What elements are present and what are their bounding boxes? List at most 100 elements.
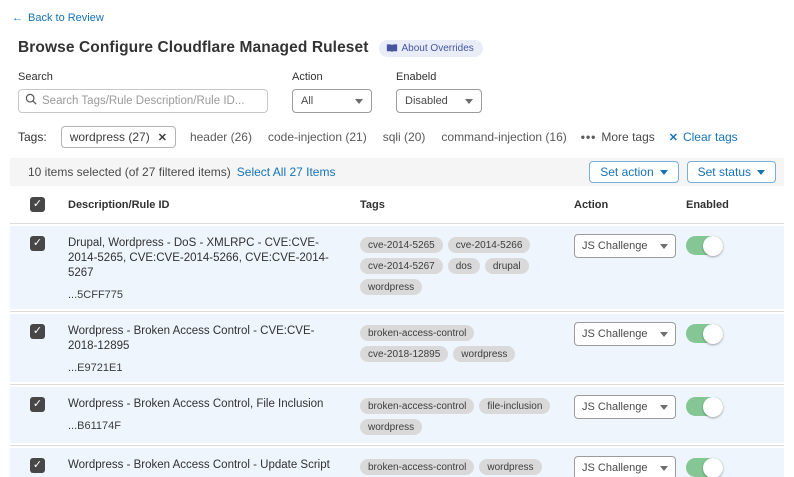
header-tags: Tags bbox=[360, 199, 574, 211]
about-overrides-badge[interactable]: About Overrides bbox=[379, 40, 483, 57]
header-enabled: Enabled bbox=[686, 199, 784, 211]
select-all-link[interactable]: Select All 27 Items bbox=[237, 165, 336, 179]
row-checkbox[interactable]: ✓ bbox=[30, 397, 45, 412]
tag-pill: wordpress bbox=[453, 346, 515, 362]
search-input[interactable] bbox=[42, 95, 261, 107]
select-all-checkbox[interactable]: ✓ bbox=[30, 197, 45, 212]
row-checkbox[interactable]: ✓ bbox=[30, 458, 45, 473]
tag-filter[interactable]: code-injection (21) bbox=[268, 130, 367, 144]
tag-pill: cve-2014-5266 bbox=[448, 237, 531, 253]
book-icon bbox=[386, 43, 398, 53]
page-title: Browse Configure Cloudflare Managed Rule… bbox=[18, 39, 369, 57]
set-status-label: Set status bbox=[698, 165, 751, 179]
tag-pill: cve-2014-5265 bbox=[360, 237, 443, 253]
ellipsis-icon: ••• bbox=[581, 130, 597, 144]
chevron-down-icon bbox=[660, 405, 668, 410]
enabled-label: Enabeld bbox=[396, 71, 482, 83]
toggle-knob bbox=[703, 236, 723, 256]
clear-tags-button[interactable]: ✕ Clear tags bbox=[669, 130, 738, 144]
row-enabled-toggle[interactable] bbox=[686, 324, 723, 343]
selection-bar: 10 items selected (of 27 filtered items)… bbox=[10, 158, 784, 186]
back-link-label: Back to Review bbox=[28, 12, 104, 24]
row-description-cell: Wordpress - Broken Access Control, File … bbox=[68, 397, 360, 432]
enabled-filter: Enabeld Disabled bbox=[396, 71, 482, 113]
row-tags: broken-access-controlwordpress bbox=[360, 459, 574, 475]
row-description: Wordpress - Broken Access Control, File … bbox=[68, 397, 360, 412]
row-rule-id: ...5CFF775 bbox=[68, 289, 360, 301]
chevron-down-icon bbox=[660, 170, 668, 175]
row-action-dropdown[interactable]: JS Challenge bbox=[574, 234, 676, 258]
row-action-value: JS Challenge bbox=[582, 240, 647, 252]
chevron-down-icon bbox=[757, 170, 765, 175]
back-link[interactable]: ← Back to Review bbox=[12, 12, 104, 24]
tag-pill: wordpress bbox=[360, 419, 422, 435]
row-rule-id: ...E9721E1 bbox=[68, 362, 360, 374]
search-box bbox=[18, 89, 268, 113]
action-dropdown[interactable]: All bbox=[292, 89, 372, 113]
row-description-cell: Wordpress - Broken Access Control - Upda… bbox=[68, 458, 360, 477]
tag-filter[interactable]: command-injection (16) bbox=[441, 130, 566, 144]
row-description: Drupal, Wordpress - DoS - XMLRPC - CVE:C… bbox=[68, 236, 360, 281]
row-checkbox[interactable]: ✓ bbox=[30, 236, 45, 251]
row-tags: broken-access-control cve-2018-12895 wordp… bbox=[360, 325, 574, 362]
search-filter: Search bbox=[18, 71, 268, 113]
badge-label: About Overrides bbox=[402, 43, 474, 54]
back-arrow-icon: ← bbox=[12, 12, 23, 24]
search-label: Search bbox=[18, 71, 268, 83]
remove-tag-icon[interactable]: ✕ bbox=[158, 131, 167, 144]
row-action-value: JS Challenge bbox=[582, 328, 647, 340]
clear-tags-label: Clear tags bbox=[683, 130, 738, 144]
row-checkbox[interactable]: ✓ bbox=[30, 324, 45, 339]
table-header-row: ✓ Description/Rule ID Tags Action Enable… bbox=[10, 186, 784, 224]
row-enabled-toggle[interactable] bbox=[686, 397, 723, 416]
filters: Search Action All Enabeld Disabled bbox=[18, 71, 784, 113]
row-tags: broken-access-control file-inclusion wordp… bbox=[360, 398, 574, 435]
row-action-dropdown[interactable]: JS Challenge bbox=[574, 322, 676, 346]
tag-filter[interactable]: sqli (20) bbox=[383, 130, 426, 144]
tag-pill: broken-access-control bbox=[360, 398, 474, 414]
row-action-value: JS Challenge bbox=[582, 462, 647, 474]
page: ← Back to Review Browse Configure Cloudfl… bbox=[0, 0, 794, 477]
more-tags-button[interactable]: ••• More tags bbox=[581, 130, 655, 144]
tags-label: Tags: bbox=[18, 130, 47, 144]
set-status-button[interactable]: Set status bbox=[687, 161, 776, 183]
set-action-label: Set action bbox=[600, 165, 653, 179]
table-row: ✓ Wordpress - Broken Access Control, Fil… bbox=[10, 385, 784, 446]
set-action-button[interactable]: Set action bbox=[589, 161, 678, 183]
row-description-cell: Wordpress - Broken Access Control - CVE:… bbox=[68, 324, 360, 374]
chevron-down-icon bbox=[660, 466, 668, 471]
selected-tag-chip[interactable]: wordpress (27) ✕ bbox=[61, 126, 176, 148]
tag-pill: dos bbox=[448, 258, 480, 274]
more-tags-label: More tags bbox=[601, 130, 654, 144]
table-row: ✓ Drupal, Wordpress - DoS - XMLRPC - CVE… bbox=[10, 224, 784, 312]
tag-pill: drupal bbox=[485, 258, 529, 274]
table-body: ✓ Drupal, Wordpress - DoS - XMLRPC - CVE… bbox=[10, 224, 784, 477]
action-filter: Action All bbox=[292, 71, 372, 113]
bulk-action-buttons: Set action Set status bbox=[589, 161, 776, 183]
tags-list: header (26) code-injection (21) sqli (20) c… bbox=[190, 130, 567, 144]
row-enabled-toggle[interactable] bbox=[686, 236, 723, 255]
tag-pill: broken-access-control bbox=[360, 325, 474, 341]
table-row: ✓ Wordpress - Broken Access Control - Up… bbox=[10, 446, 784, 477]
action-label: Action bbox=[292, 71, 372, 83]
row-action-dropdown[interactable]: JS Challenge bbox=[574, 395, 676, 419]
row-description-cell: Drupal, Wordpress - DoS - XMLRPC - CVE:C… bbox=[68, 236, 360, 301]
toggle-knob bbox=[703, 458, 723, 477]
search-icon bbox=[25, 92, 37, 110]
header-action: Action bbox=[574, 199, 686, 211]
enabled-dropdown[interactable]: Disabled bbox=[396, 89, 482, 113]
header-description: Description/Rule ID bbox=[68, 199, 360, 211]
row-rule-id: ...B61174F bbox=[68, 420, 360, 432]
tag-filter[interactable]: header (26) bbox=[190, 130, 252, 144]
row-description: Wordpress - Broken Access Control - Upda… bbox=[68, 458, 360, 473]
enabled-dropdown-value: Disabled bbox=[405, 95, 448, 107]
chevron-down-icon bbox=[660, 244, 668, 249]
tag-pill: file-inclusion bbox=[479, 398, 550, 414]
row-action-dropdown[interactable]: JS Challenge bbox=[574, 456, 676, 477]
tag-pill: cve-2018-12895 bbox=[360, 346, 448, 362]
selection-summary: 10 items selected (of 27 filtered items) bbox=[28, 165, 231, 179]
selected-tag-label: wordpress (27) bbox=[70, 130, 150, 144]
row-tags: cve-2014-5265cve-2014-5266cve-2014-5267d… bbox=[360, 237, 574, 295]
row-enabled-toggle[interactable] bbox=[686, 458, 723, 477]
row-description: Wordpress - Broken Access Control - CVE:… bbox=[68, 324, 360, 354]
